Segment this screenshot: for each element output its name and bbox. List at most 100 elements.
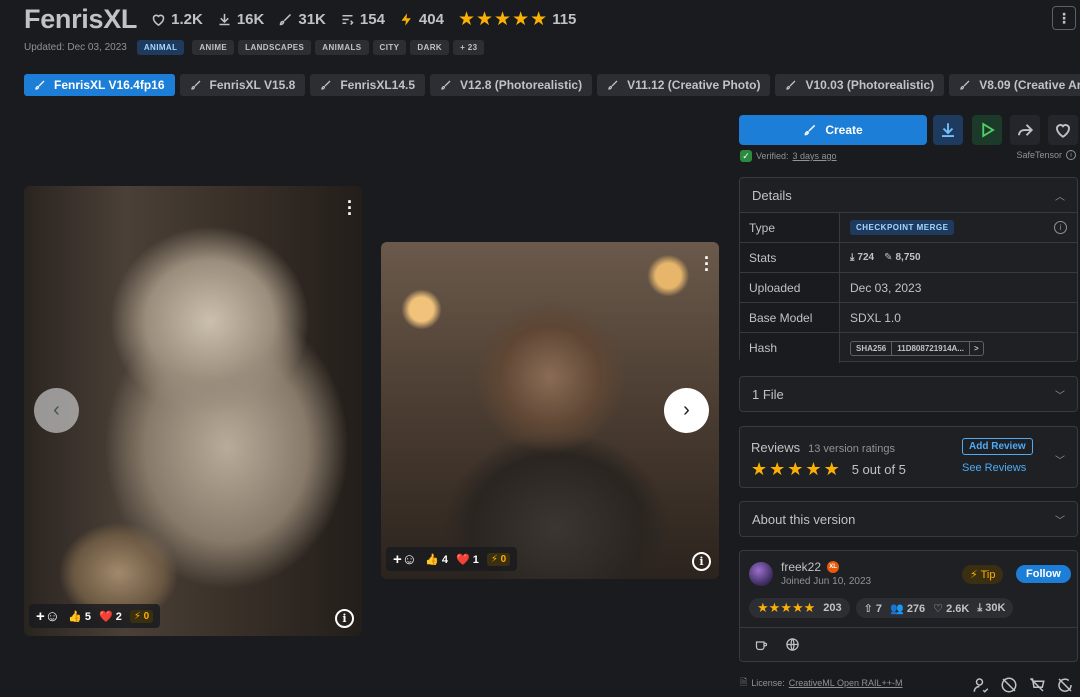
heart-reaction[interactable]: ❤️ 2 <box>99 610 122 623</box>
brush-icon <box>280 13 292 26</box>
uploads-stat: ⇧ 7 <box>863 602 883 615</box>
version-tab[interactable]: FenrisXL V16.4fp16 <box>24 74 175 96</box>
tag[interactable]: ANIMALS <box>315 40 369 55</box>
tip-button[interactable]: ⚡ Tip <box>962 565 1004 584</box>
likes-stat: 1.2K <box>151 11 203 28</box>
heart-reaction[interactable]: ❤️ 1 <box>456 553 479 566</box>
star-icon: ★ <box>457 9 475 30</box>
chevron-down-icon: ﹀ <box>1055 390 1065 402</box>
follow-button[interactable]: Follow <box>1016 565 1071 583</box>
model-title: FenrisXL <box>24 4 138 34</box>
image-menu-icon[interactable]: ... <box>704 244 709 274</box>
version-tab[interactable]: V8.09 (Creative Artwork) <box>949 74 1080 96</box>
type-badge: CHECKPOINT MERGE <box>850 220 955 235</box>
version-tabs: FenrisXL V16.4fp16 FenrisXL V15.8 Fenris… <box>24 74 1080 96</box>
file-format: SafeTensor i <box>1016 150 1076 160</box>
brush-icon <box>35 80 45 90</box>
shield-check-icon: ✓ <box>740 150 752 162</box>
generation-count: ✎ 8,750 <box>884 252 921 263</box>
download-button[interactable] <box>933 115 963 145</box>
like-button[interactable] <box>1048 115 1078 145</box>
license-icon: 🗎 <box>740 677 748 687</box>
model-header: FenrisXL 1.2K 16K 31K 154 404 ★ ★ ★ ★ ★ 115 <box>24 4 576 35</box>
version-tab[interactable]: V11.12 (Creative Photo) <box>597 74 771 96</box>
comments-stat: 154 <box>340 11 385 28</box>
star-icon: ★ <box>530 9 548 30</box>
version-tab[interactable]: V10.03 (Photorealistic) <box>775 74 945 96</box>
chevron-down-icon[interactable]: ﹀ <box>1055 452 1065 467</box>
add-reaction-icon[interactable]: +☺ <box>393 551 417 568</box>
buzz-reaction[interactable]: ⚡ 0 <box>486 552 511 566</box>
reaction-bar[interactable]: +☺ 👍 4 ❤️ 1 ⚡ 0 <box>386 547 518 571</box>
tag[interactable]: LANDSCAPES <box>238 40 312 55</box>
tag[interactable]: CITY <box>372 40 407 55</box>
divider <box>740 627 1077 628</box>
chevron-left-icon: ‹ <box>53 399 60 421</box>
no-sync-icon <box>1058 678 1072 692</box>
more-tags[interactable]: + 23 <box>453 40 485 55</box>
coffee-icon[interactable] <box>754 637 769 652</box>
buzz-reaction[interactable]: ⚡ 0 <box>129 609 154 623</box>
add-reaction-icon[interactable]: +☺ <box>36 608 60 625</box>
details-header[interactable]: Details ︿ <box>740 178 1077 213</box>
version-tab[interactable]: FenrisXL14.5 <box>310 74 426 96</box>
brush-icon <box>441 80 451 90</box>
downloads-stat: 16K <box>217 11 264 28</box>
info-icon[interactable]: i <box>1054 221 1067 234</box>
rating-stat[interactable]: ★ ★ ★ ★ ★ 115 <box>458 10 576 29</box>
star-icon: ★ <box>787 459 804 479</box>
thumbs-up-reaction[interactable]: 👍 5 <box>68 610 91 623</box>
image-info-icon[interactable]: i <box>335 609 354 628</box>
followers-stat: 👥 276 <box>890 602 926 615</box>
image-info-icon[interactable]: i <box>692 552 711 571</box>
generations-stat: 31K <box>278 11 326 28</box>
category-tag[interactable]: ANIMAL <box>136 40 185 55</box>
version-tab[interactable]: V12.8 (Photorealistic) <box>430 74 593 96</box>
play-icon <box>982 122 995 138</box>
star-icon: ★ <box>751 459 768 479</box>
share-button[interactable] <box>1010 115 1040 145</box>
reaction-bar[interactable]: +☺ 👍 5 ❤️ 2 ⚡ 0 <box>29 604 161 628</box>
star-icon: ★ <box>823 459 840 479</box>
star-icon: ★ <box>780 600 792 615</box>
license-link[interactable]: CreativeML Open RAIL++-M <box>789 678 903 688</box>
verified-time[interactable]: 3 days ago <box>793 151 837 161</box>
creator-name[interactable]: freek22 <box>781 560 821 574</box>
download-count: ⤓ 724 <box>850 252 875 263</box>
files-panel[interactable]: 1 File ﹀ <box>739 376 1078 412</box>
reviews-count: 13 version ratings <box>808 443 895 455</box>
about-title: About this version <box>752 511 856 527</box>
more-menu-button[interactable]: ⋮ <box>1052 6 1076 30</box>
details-row-type: Type CHECKPOINT MERGE i <box>740 213 1077 243</box>
tag[interactable]: DARK <box>410 40 450 55</box>
creator-rating: ★★★★★ 203 <box>749 598 850 618</box>
brush-icon <box>190 80 200 90</box>
see-reviews-link[interactable]: See Reviews <box>962 462 1026 474</box>
review-stars: ★ ★ ★ ★ ★ 5 out of 5 <box>751 460 906 478</box>
avatar[interactable] <box>749 561 773 586</box>
bolt-icon <box>401 13 411 26</box>
carousel-next-button[interactable]: › <box>664 388 709 433</box>
chevron-down-icon: ﹀ <box>1055 515 1065 527</box>
version-tab[interactable]: FenrisXL V15.8 <box>179 74 306 96</box>
download-icon: ⤓ <box>850 252 855 263</box>
kebab-icon: ⋮ <box>1057 9 1071 26</box>
updated-date: Updated: Dec 03, 2023 <box>24 42 127 53</box>
star-icon: ★ <box>476 9 494 30</box>
about-panel[interactable]: About this version ﹀ <box>739 501 1078 537</box>
info-icon[interactable]: i <box>1066 150 1076 160</box>
joined-date: Joined Jun 10, 2023 <box>781 576 872 587</box>
reviews-title: Reviews <box>751 440 801 455</box>
globe-icon[interactable] <box>785 637 800 652</box>
add-review-button[interactable]: Add Review <box>962 438 1033 455</box>
tag[interactable]: ANIME <box>192 40 235 55</box>
review-score: 5 out of 5 <box>851 461 906 477</box>
carousel-prev-button[interactable]: ‹ <box>34 388 79 433</box>
image-menu-icon[interactable]: ... <box>347 188 352 218</box>
thumbs-up-reaction[interactable]: 👍 4 <box>425 553 448 566</box>
create-button[interactable]: Create <box>739 115 927 145</box>
run-button[interactable] <box>972 115 1002 145</box>
hash-box[interactable]: SHA256 11D808721914A... > <box>850 340 984 356</box>
chevron-right-icon[interactable]: > <box>968 341 983 355</box>
no-world-icon <box>1001 677 1017 693</box>
